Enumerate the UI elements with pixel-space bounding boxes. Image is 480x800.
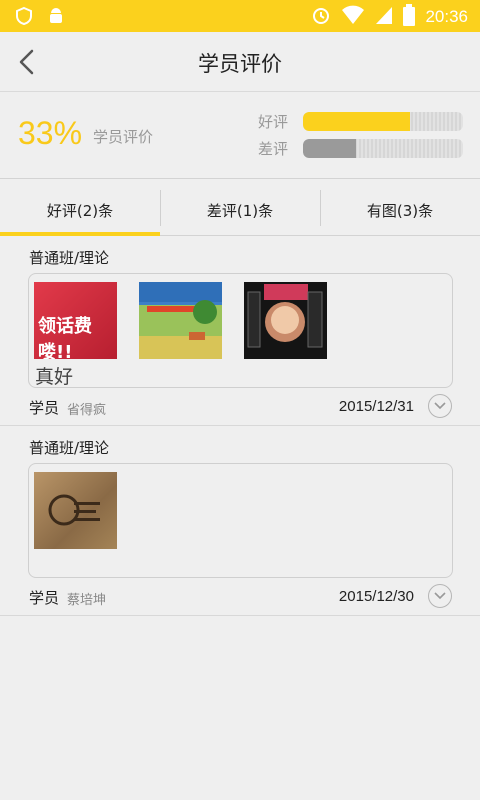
- tab-positive[interactable]: 好评(2)条: [0, 180, 160, 236]
- bad-rating-row: 差评: [258, 138, 463, 159]
- review-photo[interactable]: [34, 472, 117, 549]
- reviewer-name: 蔡培坤: [67, 593, 107, 608]
- reviewer-role: 学员: [29, 399, 60, 417]
- rating-summary: 33% 学员评价 好评 差评: [0, 93, 480, 179]
- clock-text: 20:36: [425, 7, 468, 26]
- good-label: 好评: [258, 113, 289, 131]
- battery-icon: [403, 4, 416, 30]
- bad-bar-fill: [303, 139, 356, 158]
- review-date: 2015/12/31: [338, 398, 414, 415]
- review-photo[interactable]: 领话费喽!!: [34, 282, 117, 359]
- percent-label: 学员评价: [93, 128, 154, 146]
- status-bar: 20:36: [0, 0, 480, 32]
- shield-icon: [14, 6, 34, 30]
- course-name: 普通班/理论: [29, 249, 110, 267]
- tab-negative[interactable]: 差评(1)条: [160, 180, 320, 235]
- top-app-bar: 学员评价: [0, 32, 480, 92]
- review-comment: 真好: [35, 366, 74, 388]
- good-bar-track: [303, 112, 463, 131]
- photo-graphic: [139, 282, 222, 359]
- review-item: 普通班/理论 领话费喽!! 真好 学员 省得疯 2015/12/31: [0, 237, 480, 426]
- review-item: 普通班/理论 学员 蔡培坤 2015/12/30: [0, 427, 480, 616]
- review-photo[interactable]: [139, 282, 222, 359]
- review-meta: 学员 省得疯 2015/12/31: [29, 394, 452, 419]
- reviewer-role: 学员: [29, 589, 60, 607]
- review-meta: 学员 蔡培坤 2015/12/30: [29, 584, 452, 609]
- review-date: 2015/12/30: [338, 588, 414, 605]
- review-filter-tabs: 好评(2)条 差评(1)条 有图(3)条: [0, 180, 480, 236]
- signal-icon: [375, 5, 393, 29]
- expand-button[interactable]: [428, 584, 452, 608]
- review-content-box: [28, 463, 453, 578]
- android-icon: [46, 6, 66, 30]
- positive-percent: 33%: [18, 115, 83, 151]
- course-name: 普通班/理论: [29, 439, 110, 457]
- expand-button[interactable]: [428, 394, 452, 418]
- alarm-icon: [311, 5, 331, 29]
- photo-text: 领话费喽!!: [38, 316, 92, 359]
- photo-graphic: [247, 284, 323, 348]
- reviewer-name: 省得疯: [67, 403, 107, 418]
- wifi-icon: [341, 5, 365, 29]
- good-bar-fill: [303, 112, 411, 131]
- bad-bar-track: [303, 139, 463, 158]
- bad-label: 差评: [258, 140, 289, 158]
- review-content-box: 领话费喽!! 真好: [28, 273, 453, 388]
- good-rating-row: 好评: [258, 111, 463, 132]
- review-photo[interactable]: [244, 282, 327, 359]
- page-title: 学员评价: [198, 52, 282, 76]
- tab-with-images[interactable]: 有图(3)条: [320, 180, 480, 235]
- chevron-down-icon: [434, 592, 446, 600]
- chevron-down-icon: [434, 402, 446, 410]
- photo-graphic: [48, 494, 100, 526]
